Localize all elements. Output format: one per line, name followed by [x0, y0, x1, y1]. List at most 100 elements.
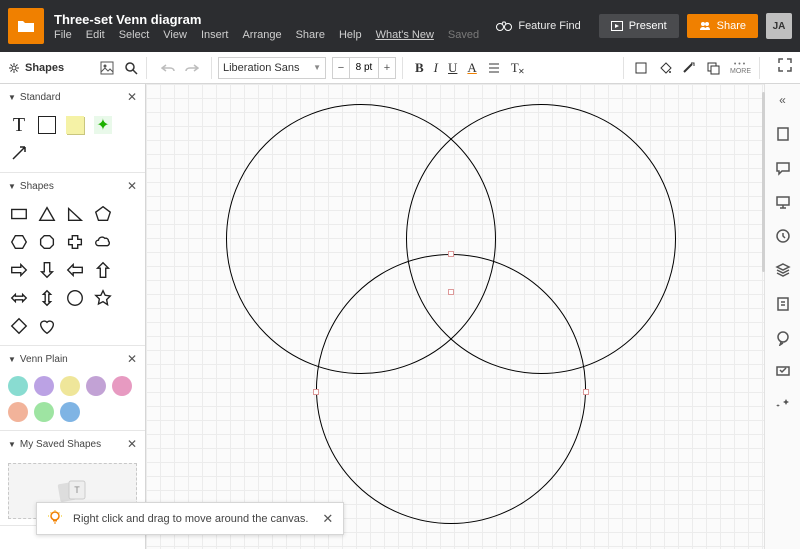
binoculars-icon	[496, 20, 512, 32]
note-tool[interactable]	[64, 114, 86, 136]
menu-insert[interactable]: Insert	[201, 29, 229, 41]
menu-edit[interactable]: Edit	[86, 29, 105, 41]
venn-color-1[interactable]	[8, 376, 28, 396]
rail-history-icon[interactable]	[773, 226, 793, 246]
share-label: Share	[717, 20, 746, 32]
logo-button[interactable]	[8, 8, 44, 44]
shape-heart[interactable]	[36, 315, 58, 337]
more-button[interactable]: ••• MORE	[730, 61, 751, 75]
more-label: MORE	[730, 68, 751, 75]
venn-color-5[interactable]	[112, 376, 132, 396]
shape-circle[interactable]	[64, 287, 86, 309]
shape-rectangle[interactable]	[8, 203, 30, 225]
chevron-down-icon: ▼	[313, 63, 321, 72]
menu-view[interactable]: View	[163, 29, 187, 41]
shape-cloud[interactable]	[92, 231, 114, 253]
shape-arrow-up[interactable]	[92, 259, 114, 281]
line-style-icon[interactable]	[682, 61, 696, 75]
shape-arrow-left[interactable]	[64, 259, 86, 281]
shape-arrow-down[interactable]	[36, 259, 58, 281]
arrow-tool[interactable]	[8, 142, 30, 164]
text-tool[interactable]: T	[8, 114, 30, 136]
shapes-toggle[interactable]: Shapes	[8, 62, 64, 74]
venn-color-8[interactable]	[60, 402, 80, 422]
close-panel-button[interactable]: ✕	[127, 90, 137, 104]
document-title[interactable]: Three-set Venn diagram	[54, 12, 479, 27]
shape-cross[interactable]	[64, 231, 86, 253]
rail-data-icon[interactable]	[773, 294, 793, 314]
venn-color-4[interactable]	[86, 376, 106, 396]
paint-bucket-icon[interactable]	[658, 61, 672, 75]
font-size-increase[interactable]: +	[379, 62, 395, 74]
italic-button[interactable]: I	[434, 60, 438, 76]
toolbar-left: Shapes	[0, 61, 146, 75]
align-icon[interactable]	[487, 61, 501, 75]
menu-share[interactable]: Share	[296, 29, 325, 41]
fill-icon[interactable]	[634, 61, 648, 75]
selection-handle[interactable]	[448, 289, 454, 295]
font-size-value[interactable]: 8 pt	[349, 58, 379, 78]
present-button[interactable]: Present	[599, 14, 679, 38]
shape-star[interactable]	[92, 287, 114, 309]
menu-help[interactable]: Help	[339, 29, 362, 41]
shape-pentagon[interactable]	[92, 203, 114, 225]
clear-format-button[interactable]: T✕	[511, 60, 519, 76]
share-button[interactable]: Share	[687, 14, 758, 38]
underline-button[interactable]: U	[448, 60, 457, 76]
close-panel-button[interactable]: ✕	[127, 179, 137, 193]
close-panel-button[interactable]: ✕	[127, 352, 137, 366]
venn-color-7[interactable]	[34, 402, 54, 422]
rail-page-icon[interactable]	[773, 124, 793, 144]
fullscreen-button[interactable]	[770, 58, 800, 77]
panel-header-shapes[interactable]: ▼ Shapes ✕	[0, 173, 145, 199]
user-avatar[interactable]: JA	[766, 13, 792, 39]
bold-button[interactable]: B	[415, 60, 424, 76]
canvas[interactable]	[146, 84, 764, 549]
close-panel-button[interactable]: ✕	[127, 437, 137, 451]
copy-style-icon[interactable]	[706, 61, 720, 75]
shape-arrow-ud[interactable]	[36, 287, 58, 309]
feature-find-button[interactable]: Feature Find	[486, 15, 590, 37]
rail-chat-icon[interactable]	[773, 328, 793, 348]
venn-color-2[interactable]	[34, 376, 54, 396]
rail-magic-icon[interactable]	[773, 396, 793, 416]
scrollbar[interactable]	[762, 92, 765, 272]
panel-header-venn[interactable]: ▼ Venn Plain ✕	[0, 346, 145, 372]
redo-icon[interactable]	[185, 63, 199, 73]
shape-arrow-right[interactable]	[8, 259, 30, 281]
rail-collapse-button[interactable]: «	[773, 90, 793, 110]
shape-arrow-lr[interactable]	[8, 287, 30, 309]
image-icon[interactable]	[100, 61, 114, 75]
font-select[interactable]: Liberation Sans ▼	[218, 57, 326, 79]
selection-handle[interactable]	[313, 389, 319, 395]
box-tool[interactable]	[36, 114, 58, 136]
tip-text: Right click and drag to move around the …	[73, 513, 308, 525]
rail-present-icon[interactable]	[773, 192, 793, 212]
venn-color-6[interactable]	[8, 402, 28, 422]
panel-header-saved[interactable]: ▼ My Saved Shapes ✕	[0, 431, 145, 457]
selection-handle[interactable]	[583, 389, 589, 395]
shape-triangle[interactable]	[36, 203, 58, 225]
menu-bar: File Edit Select View Insert Arrange Sha…	[54, 29, 479, 41]
search-icon[interactable]	[124, 61, 138, 75]
tip-close-button[interactable]: ✕	[322, 511, 333, 527]
font-size-decrease[interactable]: −	[333, 62, 349, 74]
shapes-label-text: Shapes	[25, 62, 64, 74]
shape-diamond[interactable]	[8, 315, 30, 337]
menu-file[interactable]: File	[54, 29, 72, 41]
menu-select[interactable]: Select	[119, 29, 150, 41]
font-color-button[interactable]: A	[467, 60, 476, 76]
menu-whats-new[interactable]: What's New	[376, 29, 434, 41]
selection-handle[interactable]	[448, 251, 454, 257]
shape-octagon[interactable]	[36, 231, 58, 253]
shape-right-triangle[interactable]	[64, 203, 86, 225]
rail-actions-icon[interactable]	[773, 362, 793, 382]
panel-header-standard[interactable]: ▼ Standard ✕	[0, 84, 145, 110]
venn-color-3[interactable]	[60, 376, 80, 396]
rail-layers-icon[interactable]	[773, 260, 793, 280]
menu-arrange[interactable]: Arrange	[242, 29, 281, 41]
shape-hexagon[interactable]	[8, 231, 30, 253]
rail-comment-icon[interactable]	[773, 158, 793, 178]
undo-icon[interactable]	[161, 63, 175, 73]
action-tool[interactable]: ✦	[92, 114, 114, 136]
